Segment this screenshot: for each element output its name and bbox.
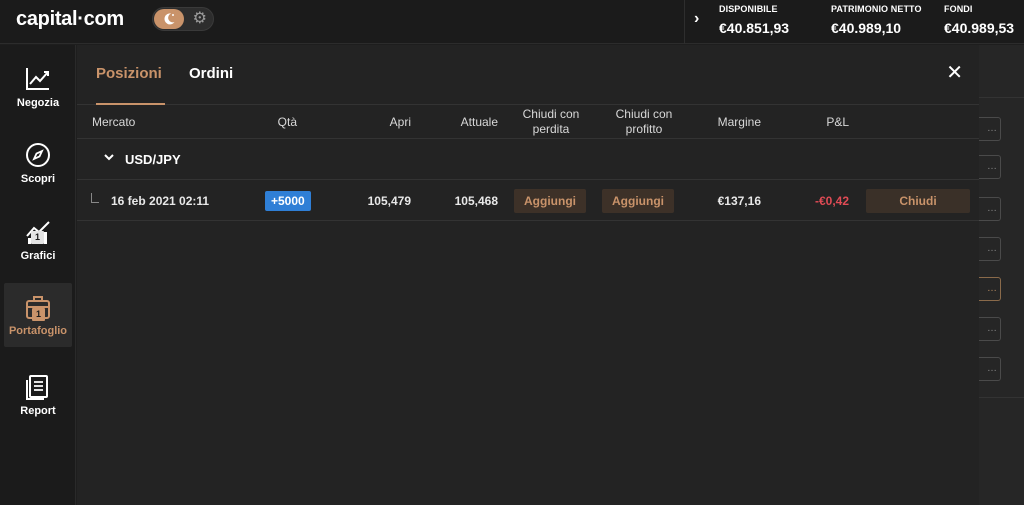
compass-icon <box>24 141 52 169</box>
sidebar-item-label: Report <box>20 405 56 417</box>
background-button: … <box>979 277 1001 301</box>
market-group-row[interactable]: USD/JPY <box>77 140 979 180</box>
column-pnl[interactable]: P&L <box>797 105 849 139</box>
badge-count: 1 <box>31 231 44 244</box>
tree-branch-icon <box>91 193 99 203</box>
sidebar: Negozia Scopri 1 Grafici 1 Portafoglio R… <box>0 45 76 505</box>
column-margin[interactable]: Margine <box>697 105 761 139</box>
sidebar-item-grafici[interactable]: 1 Grafici <box>4 208 72 272</box>
background-button: … <box>979 197 1001 221</box>
column-market[interactable]: Mercato <box>92 105 135 139</box>
account-label: DISPONIBILE <box>719 4 778 14</box>
divider <box>979 397 1024 398</box>
chevron-down-icon[interactable] <box>103 151 115 166</box>
account-value: €40.989,10 <box>831 20 902 36</box>
account-available: DISPONIBILE €40.851,93 <box>719 4 789 36</box>
account-equity: PATRIMONIO NETTO €40.989,10 <box>831 4 922 36</box>
theme-toggle[interactable]: ⚙ <box>152 7 214 31</box>
close-position-cell: Chiudi <box>866 181 970 221</box>
close-position-button[interactable]: Chiudi <box>866 189 970 213</box>
add-stop-loss-button[interactable]: Aggiungi <box>514 189 586 213</box>
badge-count: 1 <box>32 308 45 321</box>
sidebar-item-label: Portafoglio <box>8 325 68 337</box>
account-label: FONDI <box>944 4 973 14</box>
moon-icon <box>154 9 184 29</box>
position-date: 16 feb 2021 02:11 <box>111 194 210 208</box>
position-qty: +5000 <box>265 181 311 221</box>
column-qty[interactable]: Qtà <box>257 105 297 139</box>
position-current-price: 105,468 <box>454 194 498 208</box>
background-button: … <box>979 155 1001 179</box>
logo[interactable]: capital·com <box>16 8 124 31</box>
account-value: €40.851,93 <box>719 20 790 36</box>
column-stop-loss[interactable]: Chiudi con perdita <box>514 105 588 139</box>
report-icon <box>24 373 52 401</box>
portfolio-panel: Posizioni Ordini ✕ Mercato Qtà Apri Attu… <box>77 45 979 505</box>
background-button: … <box>979 237 1001 261</box>
sidebar-item-portafoglio[interactable]: 1 Portafoglio <box>4 283 72 347</box>
account-label: PATRIMONIO NETTO <box>831 4 922 14</box>
tab-orders[interactable]: Ordini <box>189 65 233 82</box>
position-open-price: 105,479 <box>367 194 411 208</box>
background-button: … <box>979 317 1001 341</box>
top-bar: capital·com ⚙ › DISPONIBILE €40.851,93 P… <box>0 0 1024 44</box>
table-header: Mercato Qtà Apri Attuale Chiudi con perd… <box>77 105 979 139</box>
chevron-right-icon[interactable]: › <box>694 10 699 28</box>
divider <box>979 97 1024 98</box>
position-pnl: -€0,42 <box>814 194 849 208</box>
add-take-profit-button[interactable]: Aggiungi <box>602 189 674 213</box>
position-margin: €137,16 <box>717 194 761 208</box>
table-row[interactable]: 16 feb 2021 02:11 +5000 105,479 105,468 … <box>77 181 979 221</box>
close-icon[interactable]: ✕ <box>946 63 963 83</box>
sidebar-item-report[interactable]: Report <box>4 363 72 427</box>
charts-icon: 1 <box>24 218 52 246</box>
background-table: … … … … … … … <box>979 45 1024 505</box>
sidebar-item-label: Scopri <box>20 173 56 185</box>
market-name: USD/JPY <box>125 152 181 167</box>
sidebar-item-label: Grafici <box>20 250 56 262</box>
tab-positions[interactable]: Posizioni <box>96 65 162 82</box>
briefcase-icon: 1 <box>24 293 52 321</box>
sidebar-item-scopri[interactable]: Scopri <box>4 131 72 195</box>
gear-icon: ⚙ <box>192 10 207 27</box>
account-value: €40.989,53 <box>944 20 1015 36</box>
sidebar-item-negozia[interactable]: Negozia <box>4 55 72 119</box>
stop-loss-cell: Aggiungi <box>514 181 586 221</box>
column-current[interactable]: Attuale <box>437 105 498 139</box>
panel-tabs: Posizioni Ordini ✕ <box>77 45 979 105</box>
chart-line-icon <box>24 65 52 93</box>
sidebar-item-label: Negozia <box>16 97 60 109</box>
column-take-profit[interactable]: Chiudi con profitto <box>602 105 686 139</box>
divider <box>684 0 685 44</box>
account-funds: FONDI €40.989,53 <box>944 4 1014 36</box>
take-profit-cell: Aggiungi <box>602 181 674 221</box>
column-open[interactable]: Apri <box>357 105 411 139</box>
qty-badge: +5000 <box>265 191 311 211</box>
background-button: … <box>979 117 1001 141</box>
background-button: … <box>979 357 1001 381</box>
